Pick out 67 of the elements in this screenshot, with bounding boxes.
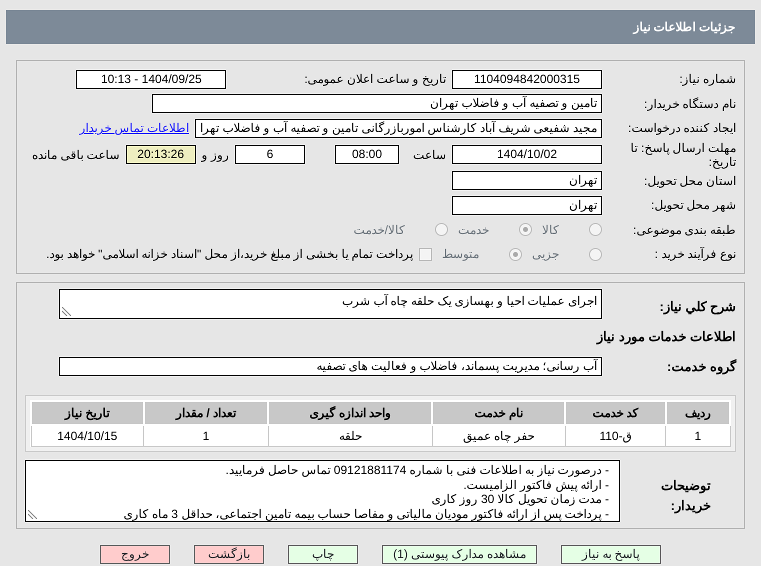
action-button[interactable]: مشاهده مدارک پیوستی (1) [382,545,537,564]
option-label: خدمت [458,222,489,239]
table-cell: حفر چاه عمیق [432,424,566,446]
table-cell: 1 [666,424,730,446]
field-label: ساعت باقی مانده [32,146,120,164]
option-label: کالا [542,222,559,239]
option-label: جزیی [532,246,559,264]
resize-grip-icon[interactable] [62,306,71,316]
province-field: تهران [452,171,602,190]
field-label: شماره نیاز: [678,71,736,88]
column-header: واحد اندازه گیری [268,400,432,424]
buyer-contact-link[interactable]: اطلاعات تماس خریدار [79,119,189,138]
remaining-time-field: 20:13:26 [126,145,196,164]
buyer-notes-field[interactable] [25,460,620,522]
field-label: تاریخ و ساعت اعلان عمومی: [303,71,446,88]
radio-button[interactable] [589,248,602,261]
radio-button[interactable] [589,223,602,236]
action-button[interactable]: پاسخ به نیاز [560,545,661,564]
note-line: - مدت زمان تحویل کالا 30 روز کاری [430,492,609,506]
field-label: ایجاد کننده درخواست: [626,120,736,138]
column-header: تاریخ نیاز [31,400,144,424]
field-label: توضیحات خریدار: [660,477,712,515]
resize-grip-icon[interactable] [28,510,37,519]
checkbox[interactable] [419,248,432,261]
action-button[interactable]: بازگشت [194,545,264,564]
field-label: شرح کلي نياز: [658,298,736,316]
radio-button[interactable] [435,223,448,236]
summary-text: اجرای عملیات احیا و بهسازی یک حلقه چاه آب شرب [342,294,597,308]
need-number-field: 1104094842000315 [452,70,602,89]
column-header: ردیف [666,400,730,424]
field-label: طبقه بندی موضوعی: [632,222,736,239]
days-field: 6 [235,145,305,164]
announce-date-field: 1404/09/25 - 10:13 [76,70,226,89]
option-label: متوسط [442,246,479,264]
deadline-time-field: 08:00 [335,145,399,164]
field-label: استان محل تحویل: [642,172,736,190]
deadline-date-field: 1404/10/02 [452,145,602,164]
field-label: نوع فرآیند خرید : [654,246,736,264]
table-cell: 1 [144,424,268,446]
requester-field: مجید شفیعی شریف آباد کارشناس اموربازرگانی تامین و تصفیه آب و فاضلاب تهرا [194,118,602,138]
section-title: اطلاعات خدمات مورد نیاز [595,328,736,346]
field-label: مهلت ارسال پاسخ: تا تاریخ: [630,140,736,168]
city-field: تهران [452,196,602,215]
page-title: جزئیات اطلاعات نیاز [6,10,755,44]
buyer-org-field: تامین و تصفیه آب و فاضلاب تهران [152,94,602,114]
treasury-note: پرداخت تمام یا بخشی از مبلغ خرید،از محل "اسناد خزانه اسلامی" خواهد بود. [46,246,413,264]
column-header: کد خدمت [565,400,666,424]
note-line: - پرداخت پس از ارائه فاکتور مودیان مالیاتی و مفاصا حساب بیمه تامین اجتماعی، حداقل 3 ماه کاری [122,506,609,521]
field-label: شهر محل تحویل: [650,197,736,214]
column-header: نام خدمت [432,400,566,424]
summary-field[interactable]: اجرای عملیات احیا و بهسازی یک حلقه چاه آب شرب [59,288,602,318]
field-label: روز و [202,146,229,164]
field-label: گروه خدمت: [666,358,736,376]
field-label: ساعت [413,146,446,164]
field-label: نام دستگاه خریدار: [642,96,736,113]
action-button[interactable]: چاپ [288,545,358,564]
table-cell: 1404/10/15 [31,424,144,446]
radio-button[interactable] [519,223,532,236]
note-line: - ارائه پیش فاکتور الزامیست. [462,478,609,492]
table-cell: حلقه [268,424,432,446]
service-group-field: آب رسانی؛ مدیریت پسماند، فاضلاب و فعالیت های تصفیه [59,356,602,376]
option-label: کالا/خدمت [354,222,405,239]
table-cell: ق-110 [565,424,666,446]
column-header: تعداد / مقدار [144,400,268,424]
radio-button[interactable] [509,248,522,261]
action-button[interactable]: خروج [100,545,170,564]
note-line: - درصورت نیاز به اطلاعات فنی با شماره 09121881174 تماس حاصل فرمایید. [224,463,609,478]
